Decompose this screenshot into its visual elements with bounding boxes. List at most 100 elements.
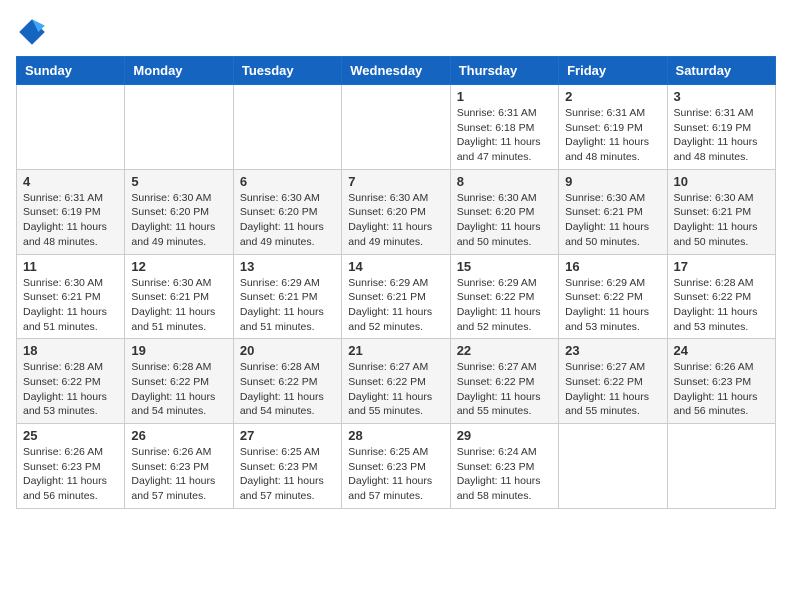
calendar-cell: 27 Sunrise: 6:25 AM Sunset: 6:23 PM Dayli… [233, 424, 341, 509]
calendar-cell: 5 Sunrise: 6:30 AM Sunset: 6:20 PM Daylig… [125, 169, 233, 254]
calendar-week-4: 25 Sunrise: 6:26 AM Sunset: 6:23 PM Dayli… [17, 424, 776, 509]
day-number: 7 [348, 174, 443, 189]
col-header-saturday: Saturday [667, 57, 775, 85]
calendar-cell: 23 Sunrise: 6:27 AM Sunset: 6:22 PM Dayli… [559, 339, 667, 424]
calendar-cell: 26 Sunrise: 6:26 AM Sunset: 6:23 PM Dayli… [125, 424, 233, 509]
calendar-cell: 20 Sunrise: 6:28 AM Sunset: 6:22 PM Dayli… [233, 339, 341, 424]
calendar-cell [125, 85, 233, 170]
calendar-cell: 21 Sunrise: 6:27 AM Sunset: 6:22 PM Dayli… [342, 339, 450, 424]
day-number: 20 [240, 343, 335, 358]
page-header [16, 16, 776, 48]
calendar-cell [233, 85, 341, 170]
calendar-cell: 19 Sunrise: 6:28 AM Sunset: 6:22 PM Dayli… [125, 339, 233, 424]
day-info: Sunrise: 6:26 AM Sunset: 6:23 PM Dayligh… [131, 445, 226, 504]
calendar-cell: 12Sunrise: 6:30 AM Sunset: 6:21 PM Dayli… [125, 254, 233, 339]
col-header-tuesday: Tuesday [233, 57, 341, 85]
day-info: Sunrise: 6:24 AM Sunset: 6:23 PM Dayligh… [457, 445, 552, 504]
calendar-cell: 6 Sunrise: 6:30 AM Sunset: 6:20 PM Daylig… [233, 169, 341, 254]
day-info: Sunrise: 6:30 AM Sunset: 6:21 PM Dayligh… [674, 191, 769, 250]
day-number: 18 [23, 343, 118, 358]
calendar-cell [559, 424, 667, 509]
calendar-cell: 10 Sunrise: 6:30 AM Sunset: 6:21 PM Dayli… [667, 169, 775, 254]
calendar-header-row: SundayMondayTuesdayWednesdayThursdayFrid… [17, 57, 776, 85]
calendar-cell: 7 Sunrise: 6:30 AM Sunset: 6:20 PM Daylig… [342, 169, 450, 254]
calendar-cell: 18 Sunrise: 6:28 AM Sunset: 6:22 PM Dayli… [17, 339, 125, 424]
day-number: 19 [131, 343, 226, 358]
calendar-cell: 24Sunrise: 6:26 AM Sunset: 6:23 PM Dayli… [667, 339, 775, 424]
col-header-thursday: Thursday [450, 57, 558, 85]
day-number: 3 [674, 89, 769, 104]
day-info: Sunrise: 6:30 AM Sunset: 6:21 PM Dayligh… [565, 191, 660, 250]
day-number: 27 [240, 428, 335, 443]
day-number: 5 [131, 174, 226, 189]
day-number: 21 [348, 343, 443, 358]
day-number: 25 [23, 428, 118, 443]
day-number: 10 [674, 174, 769, 189]
day-info: Sunrise: 6:25 AM Sunset: 6:23 PM Dayligh… [240, 445, 335, 504]
day-info: Sunrise: 6:27 AM Sunset: 6:22 PM Dayligh… [565, 360, 660, 419]
day-number: 22 [457, 343, 552, 358]
day-number: 16 [565, 259, 660, 274]
calendar-table: SundayMondayTuesdayWednesdayThursdayFrid… [16, 56, 776, 509]
day-number: 29 [457, 428, 552, 443]
col-header-monday: Monday [125, 57, 233, 85]
day-number: 14 [348, 259, 443, 274]
day-info: Sunrise: 6:28 AM Sunset: 6:22 PM Dayligh… [674, 276, 769, 335]
day-info: Sunrise: 6:30 AM Sunset: 6:20 PM Dayligh… [240, 191, 335, 250]
day-info: Sunrise: 6:26 AM Sunset: 6:23 PM Dayligh… [23, 445, 118, 504]
day-info: Sunrise: 6:30 AM Sunset: 6:20 PM Dayligh… [131, 191, 226, 250]
day-info: Sunrise: 6:27 AM Sunset: 6:22 PM Dayligh… [457, 360, 552, 419]
calendar-cell: 28Sunrise: 6:25 AM Sunset: 6:23 PM Dayli… [342, 424, 450, 509]
calendar-week-2: 11 Sunrise: 6:30 AM Sunset: 6:21 PM Dayli… [17, 254, 776, 339]
day-info: Sunrise: 6:29 AM Sunset: 6:21 PM Dayligh… [240, 276, 335, 335]
calendar-cell: 13Sunrise: 6:29 AM Sunset: 6:21 PM Dayli… [233, 254, 341, 339]
day-info: Sunrise: 6:28 AM Sunset: 6:22 PM Dayligh… [23, 360, 118, 419]
day-number: 4 [23, 174, 118, 189]
calendar-cell: 3 Sunrise: 6:31 AM Sunset: 6:19 PM Daylig… [667, 85, 775, 170]
day-number: 1 [457, 89, 552, 104]
day-info: Sunrise: 6:27 AM Sunset: 6:22 PM Dayligh… [348, 360, 443, 419]
calendar-cell: 9 Sunrise: 6:30 AM Sunset: 6:21 PM Daylig… [559, 169, 667, 254]
calendar-cell [667, 424, 775, 509]
day-info: Sunrise: 6:31 AM Sunset: 6:19 PM Dayligh… [23, 191, 118, 250]
calendar-week-0: 1 Sunrise: 6:31 AM Sunset: 6:18 PM Daylig… [17, 85, 776, 170]
logo [16, 16, 52, 48]
day-info: Sunrise: 6:31 AM Sunset: 6:19 PM Dayligh… [565, 106, 660, 165]
day-info: Sunrise: 6:31 AM Sunset: 6:19 PM Dayligh… [674, 106, 769, 165]
day-info: Sunrise: 6:29 AM Sunset: 6:22 PM Dayligh… [565, 276, 660, 335]
calendar-cell: 29 Sunrise: 6:24 AM Sunset: 6:23 PM Dayli… [450, 424, 558, 509]
calendar-cell: 11 Sunrise: 6:30 AM Sunset: 6:21 PM Dayli… [17, 254, 125, 339]
day-number: 23 [565, 343, 660, 358]
calendar-week-3: 18 Sunrise: 6:28 AM Sunset: 6:22 PM Dayli… [17, 339, 776, 424]
day-info: Sunrise: 6:30 AM Sunset: 6:20 PM Dayligh… [348, 191, 443, 250]
day-info: Sunrise: 6:31 AM Sunset: 6:18 PM Dayligh… [457, 106, 552, 165]
col-header-sunday: Sunday [17, 57, 125, 85]
day-number: 11 [23, 259, 118, 274]
day-info: Sunrise: 6:28 AM Sunset: 6:22 PM Dayligh… [131, 360, 226, 419]
calendar-cell: 22 Sunrise: 6:27 AM Sunset: 6:22 PM Dayli… [450, 339, 558, 424]
day-info: Sunrise: 6:30 AM Sunset: 6:21 PM Dayligh… [23, 276, 118, 335]
day-number: 24 [674, 343, 769, 358]
day-number: 9 [565, 174, 660, 189]
calendar-cell: 8Sunrise: 6:30 AM Sunset: 6:20 PM Daylig… [450, 169, 558, 254]
calendar-cell: 25 Sunrise: 6:26 AM Sunset: 6:23 PM Dayli… [17, 424, 125, 509]
day-info: Sunrise: 6:28 AM Sunset: 6:22 PM Dayligh… [240, 360, 335, 419]
calendar-cell [17, 85, 125, 170]
day-number: 17 [674, 259, 769, 274]
calendar-cell: 15Sunrise: 6:29 AM Sunset: 6:22 PM Dayli… [450, 254, 558, 339]
day-number: 15 [457, 259, 552, 274]
calendar-cell: 16 Sunrise: 6:29 AM Sunset: 6:22 PM Dayli… [559, 254, 667, 339]
day-info: Sunrise: 6:25 AM Sunset: 6:23 PM Dayligh… [348, 445, 443, 504]
day-number: 26 [131, 428, 226, 443]
logo-icon [16, 16, 48, 48]
calendar-week-1: 4 Sunrise: 6:31 AM Sunset: 6:19 PM Daylig… [17, 169, 776, 254]
calendar-cell: 4 Sunrise: 6:31 AM Sunset: 6:19 PM Daylig… [17, 169, 125, 254]
day-number: 6 [240, 174, 335, 189]
calendar-cell [342, 85, 450, 170]
calendar-cell: 2 Sunrise: 6:31 AM Sunset: 6:19 PM Daylig… [559, 85, 667, 170]
day-number: 12 [131, 259, 226, 274]
day-number: 2 [565, 89, 660, 104]
calendar-cell: 14Sunrise: 6:29 AM Sunset: 6:21 PM Dayli… [342, 254, 450, 339]
calendar-cell: 17 Sunrise: 6:28 AM Sunset: 6:22 PM Dayli… [667, 254, 775, 339]
day-number: 8 [457, 174, 552, 189]
